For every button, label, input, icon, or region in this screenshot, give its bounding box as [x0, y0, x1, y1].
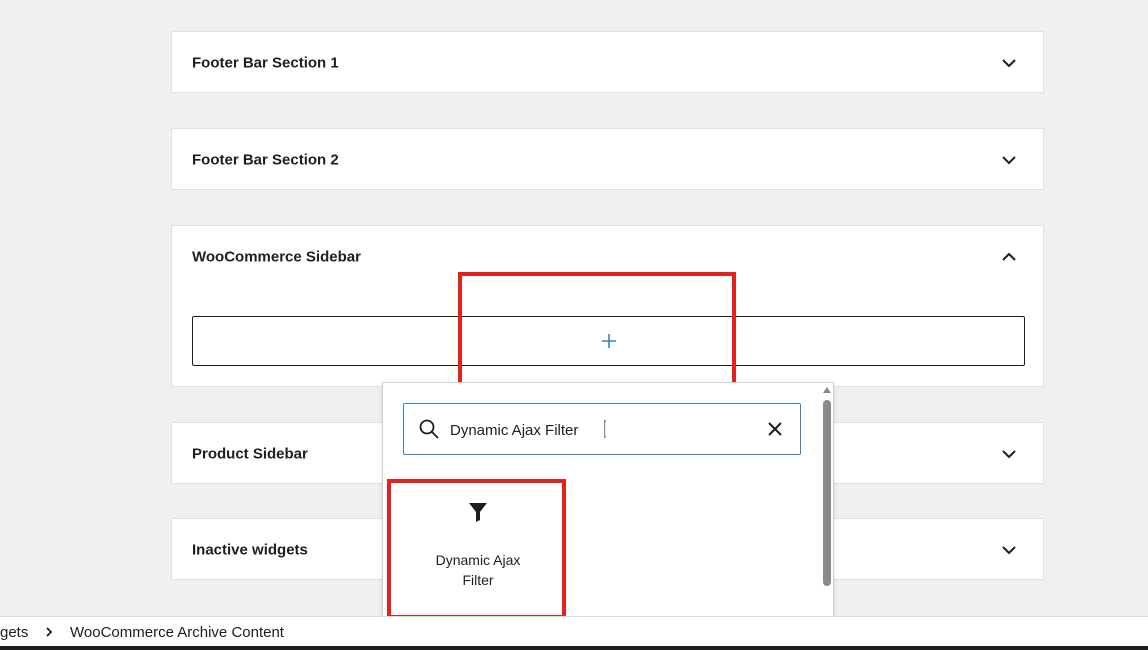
widget-area-footer-bar-2: Footer Bar Section 2	[171, 128, 1044, 190]
widget-area-title: Product Sidebar	[192, 445, 308, 463]
block-search-box[interactable]	[403, 403, 801, 455]
widget-area-header[interactable]: Footer Bar Section 1	[172, 32, 1043, 94]
widget-area-title: WooCommerce Sidebar	[192, 248, 361, 266]
block-search-input[interactable]	[448, 418, 752, 444]
bottom-edge	[0, 646, 1148, 650]
chevron-up-icon[interactable]	[1001, 249, 1017, 265]
block-result-dynamic-ajax-filter[interactable]: Dynamic Ajax Filter	[391, 482, 565, 616]
widget-area-header[interactable]: Footer Bar Section 2	[172, 129, 1043, 191]
chevron-down-icon[interactable]	[1001, 542, 1017, 558]
breadcrumb-item-current[interactable]: WooCommerce Archive Content	[70, 624, 284, 641]
widget-area-title: Inactive widgets	[192, 541, 308, 559]
plus-icon	[601, 334, 616, 348]
chevron-right-icon	[46, 627, 53, 637]
scrollbar-thumb[interactable]	[823, 400, 831, 586]
widget-area-footer-bar-1: Footer Bar Section 1	[171, 31, 1044, 93]
filter-icon	[469, 503, 487, 522]
popover-scrollbar[interactable]	[820, 384, 834, 636]
widget-area-header[interactable]: WooCommerce Sidebar	[172, 226, 1043, 288]
chevron-down-icon[interactable]	[1001, 446, 1017, 462]
scroll-up-arrow-icon[interactable]	[823, 386, 831, 394]
chevron-down-icon[interactable]	[1001, 55, 1017, 71]
chevron-down-icon[interactable]	[1001, 152, 1017, 168]
widgets-editor: Footer Bar Section 1 Footer Bar Section …	[0, 0, 1148, 650]
block-breadcrumb: gets WooCommerce Archive Content	[0, 616, 1148, 646]
close-icon[interactable]	[764, 418, 786, 440]
block-inserter-popover: Dynamic Ajax Filter	[382, 382, 834, 636]
widget-area-woocommerce-sidebar: WooCommerce Sidebar	[171, 225, 1044, 387]
block-result-label: Dynamic Ajax Filter	[435, 552, 521, 588]
text-cursor	[604, 420, 606, 438]
breadcrumb-item-widgets[interactable]: gets	[0, 624, 28, 641]
add-block-button[interactable]	[192, 316, 1025, 366]
widget-area-title: Footer Bar Section 1	[192, 54, 339, 72]
widget-area-title: Footer Bar Section 2	[192, 151, 339, 169]
search-icon	[419, 419, 439, 439]
